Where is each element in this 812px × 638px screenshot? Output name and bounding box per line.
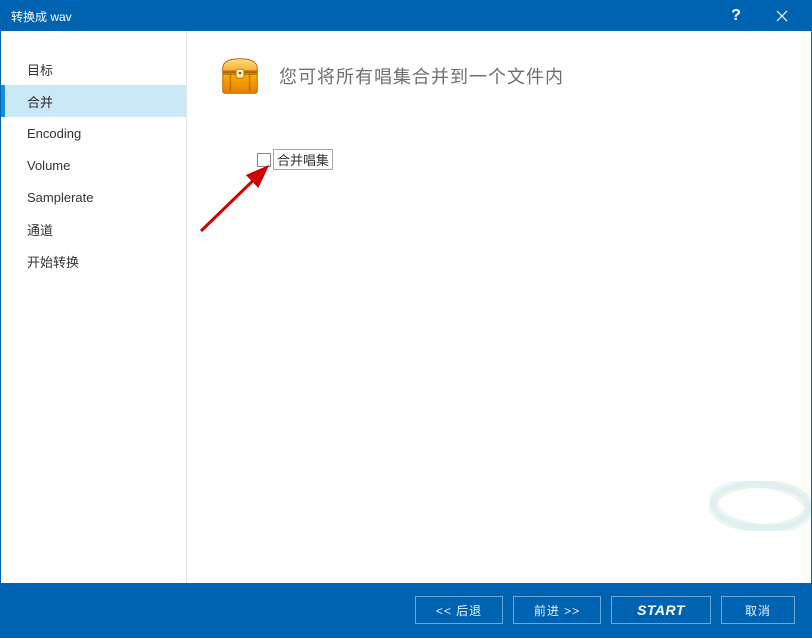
dialog-window: 转换成 wav ? 目标 合并 Encoding Volume xyxy=(0,0,812,638)
sidebar-item-label: 目标 xyxy=(27,60,53,79)
sidebar-item-label: Volume xyxy=(27,158,70,173)
window-title: 转换成 wav xyxy=(11,8,713,25)
merge-checkbox-label[interactable]: 合并唱集 xyxy=(273,149,333,170)
merge-checkbox-row: 合并唱集 xyxy=(257,149,791,170)
start-button[interactable]: START xyxy=(611,596,711,624)
content-area: 合并唱集 xyxy=(217,135,791,170)
sidebar-item-label: 开始转换 xyxy=(27,252,79,271)
chest-icon xyxy=(217,53,263,99)
cancel-button[interactable]: 取消 xyxy=(721,596,795,624)
panel-title: 您可将所有唱集合并到一个文件内 xyxy=(279,63,564,89)
sidebar-item-label: 通道 xyxy=(27,220,53,239)
sidebar-item-label: Samplerate xyxy=(27,190,93,205)
sidebar-item-channel[interactable]: 通道 xyxy=(1,213,186,245)
close-button[interactable] xyxy=(759,1,805,31)
sidebar-item-start-convert[interactable]: 开始转换 xyxy=(1,245,186,277)
sidebar-item-label: 合并 xyxy=(27,92,53,111)
sidebar-item-samplerate[interactable]: Samplerate xyxy=(1,181,186,213)
sidebar-item-encoding[interactable]: Encoding xyxy=(1,117,186,149)
sidebar-item-label: Encoding xyxy=(27,126,81,141)
close-icon xyxy=(776,10,788,22)
merge-checkbox[interactable] xyxy=(257,153,271,167)
titlebar-controls: ? xyxy=(713,1,805,31)
sidebar-item-merge[interactable]: 合并 xyxy=(1,85,186,117)
sidebar-item-target[interactable]: 目标 xyxy=(1,53,186,85)
forward-button[interactable]: 前进 >> xyxy=(513,596,601,624)
dialog-body: 目标 合并 Encoding Volume Samplerate 通道 开始转换 xyxy=(1,31,811,583)
footer-bar: << 后退 前进 >> START 取消 xyxy=(1,583,811,637)
help-button[interactable]: ? xyxy=(713,1,759,31)
sidebar: 目标 合并 Encoding Volume Samplerate 通道 开始转换 xyxy=(1,31,187,583)
sidebar-item-volume[interactable]: Volume xyxy=(1,149,186,181)
main-panel: 您可将所有唱集合并到一个文件内 合并唱集 xyxy=(187,31,811,583)
panel-header: 您可将所有唱集合并到一个文件内 xyxy=(217,53,791,99)
titlebar: 转换成 wav ? xyxy=(1,1,811,31)
back-button[interactable]: << 后退 xyxy=(415,596,503,624)
